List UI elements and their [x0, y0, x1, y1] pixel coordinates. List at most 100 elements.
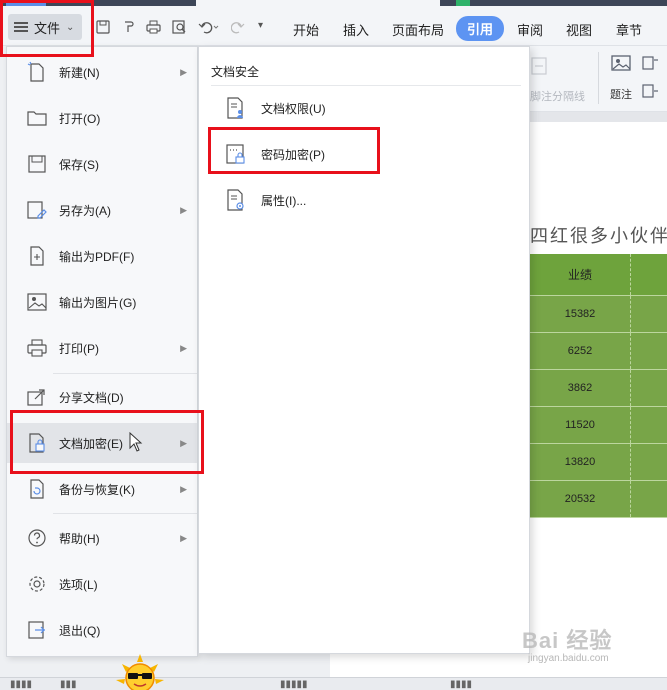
submenu-item-label: 密码加密(P): [261, 147, 325, 162]
submenu-title: 文档安全: [211, 65, 260, 79]
menu-item-share[interactable]: 分享文档(D): [7, 377, 197, 417]
submenu-arrow-icon: ▶: [180, 532, 187, 543]
share-icon: [25, 385, 49, 409]
cross-reference-icon[interactable]: [642, 84, 658, 101]
submenu-item-password-encrypt[interactable]: 密码加密(P): [225, 139, 325, 169]
menu-item-label: 文档加密(E): [59, 436, 123, 451]
menu-item-export-pdf[interactable]: 输出为PDF(F): [7, 236, 197, 276]
submenu-item-label: 文档权限(U): [261, 101, 326, 116]
ribbon-divider: [598, 52, 599, 104]
print-preview-icon[interactable]: [172, 20, 187, 37]
menu-item-label: 新建(N): [59, 65, 100, 80]
password-lock-icon: [225, 142, 247, 166]
menu-item-save[interactable]: 保存(S): [7, 144, 197, 184]
print-icon[interactable]: [146, 20, 161, 37]
table-cell: 13820: [564, 456, 596, 468]
save-icon: [25, 152, 49, 176]
status-page-indicator[interactable]: ▮▮▮▮: [10, 679, 32, 690]
ribbon-panel: 脚注分隔线 题注: [530, 46, 667, 112]
pdf-export-icon: [25, 244, 49, 268]
menu-item-new[interactable]: 新建(N) ▶: [7, 52, 197, 92]
status-section-indicator[interactable]: ▮▮▮: [60, 679, 77, 690]
table-cell-empty: [630, 481, 667, 517]
tab-view[interactable]: 视图: [566, 20, 592, 39]
table-cell: 6252: [567, 345, 593, 357]
menu-item-exit[interactable]: 退出(Q): [7, 610, 197, 650]
menu-item-backup[interactable]: 备份与恢复(K) ▶: [7, 469, 197, 509]
submenu-item-label: 属性(I)...: [261, 193, 307, 208]
table-cell-empty: [630, 444, 667, 480]
menu-item-label: 保存(S): [59, 157, 99, 172]
status-view-toggle[interactable]: ▮▮▮▮: [450, 679, 472, 690]
tab-review[interactable]: 审阅: [517, 20, 543, 39]
file-menu-label: 文件: [34, 20, 61, 36]
submenu-arrow-icon: ▶: [180, 437, 187, 448]
tab-chapter[interactable]: 章节: [616, 20, 642, 39]
redo-icon[interactable]: [230, 20, 245, 37]
menu-item-doc-encrypt[interactable]: 文档加密(E) ▶: [7, 423, 197, 463]
new-doc-icon: [25, 60, 49, 84]
tab-references[interactable]: 引用: [456, 16, 505, 41]
hamburger-icon: [14, 22, 28, 32]
backup-icon: [25, 477, 49, 501]
watermark-url: jingyan.baidu.com: [528, 653, 609, 664]
menu-item-options[interactable]: 选项(L): [7, 564, 197, 604]
submenu-item-properties[interactable]: 属性(I)...: [225, 185, 306, 215]
table-cell: 15382: [564, 308, 596, 320]
doc-properties-icon: [225, 188, 247, 212]
menu-item-label: 另存为(A): [59, 203, 111, 218]
table-row: 3862: [530, 370, 667, 407]
table-cell-empty: [630, 370, 667, 406]
status-position-indicator[interactable]: ▮▮▮▮▮: [280, 679, 308, 690]
menu-separator: [53, 373, 197, 374]
insert-toc-icon[interactable]: [642, 56, 658, 73]
table-cell-empty: [630, 296, 667, 332]
table-row: 15382: [530, 296, 667, 333]
menu-item-print[interactable]: 打印(P) ▶: [7, 328, 197, 368]
watermark-brand: Bai 经验: [522, 628, 613, 653]
file-menu-button[interactable]: 文件 ⌄: [8, 14, 82, 40]
table-row: 6252: [530, 333, 667, 370]
table-cell: 11520: [565, 419, 595, 431]
tab-insert[interactable]: 插入: [343, 20, 369, 39]
menu-item-label: 选项(L): [59, 577, 98, 592]
menu-item-open[interactable]: 打开(O): [7, 98, 197, 138]
folder-open-icon: [25, 106, 49, 130]
undo-icon[interactable]: [198, 20, 220, 37]
submenu-arrow-icon: ▶: [180, 204, 187, 215]
menu-item-save-as[interactable]: 另存为(A) ▶: [7, 190, 197, 230]
caption-label[interactable]: 题注: [610, 86, 632, 102]
menu-item-label: 输出为图片(G): [59, 295, 137, 310]
save-as-icon: [25, 198, 49, 222]
exit-icon: [25, 618, 49, 642]
format-painter-icon[interactable]: [122, 20, 136, 37]
menu-item-label: 备份与恢复(K): [59, 482, 135, 497]
footnote-separator-icon[interactable]: [530, 56, 550, 79]
status-bar: ▮▮▮▮ ▮▮▮ ▮▮▮▮▮ ▮▮▮▮: [0, 677, 667, 690]
footnote-separator-label[interactable]: 脚注分隔线: [530, 88, 585, 104]
table-row: 13820: [530, 444, 667, 481]
caption-icon[interactable]: [610, 54, 632, 79]
menu-item-label: 输出为PDF(F): [59, 249, 135, 264]
help-icon: [25, 526, 49, 550]
doc-security-submenu: 文档安全 文档权限(U) 密码加密(P) 属性(I)...: [198, 46, 530, 654]
table-cell-empty: [630, 254, 667, 295]
submenu-arrow-icon: ▶: [180, 66, 187, 77]
doc-permission-icon: [225, 96, 247, 120]
menu-item-export-image[interactable]: 输出为图片(G): [7, 282, 197, 322]
baidu-jingyan-watermark: Bai 经验 jingyan.baidu.com: [520, 615, 667, 675]
table-header-cell: 业绩: [567, 268, 592, 282]
quick-access-dropdown-icon[interactable]: ▾: [258, 20, 263, 31]
table-row: 20532: [530, 481, 667, 518]
table-cell: 3862: [567, 382, 593, 394]
submenu-arrow-icon: ▶: [180, 342, 187, 353]
gear-icon: [25, 572, 49, 596]
menu-item-help[interactable]: 帮助(H) ▶: [7, 518, 197, 558]
sun-sticker-icon: [112, 652, 168, 690]
tab-home[interactable]: 开始: [293, 20, 319, 39]
submenu-item-doc-permission[interactable]: 文档权限(U): [225, 93, 326, 123]
save-icon[interactable]: [96, 20, 110, 37]
menu-item-label: 分享文档(D): [59, 390, 124, 405]
tab-page-layout[interactable]: 页面布局: [392, 20, 444, 39]
chevron-down-icon: ⌄: [66, 21, 75, 33]
